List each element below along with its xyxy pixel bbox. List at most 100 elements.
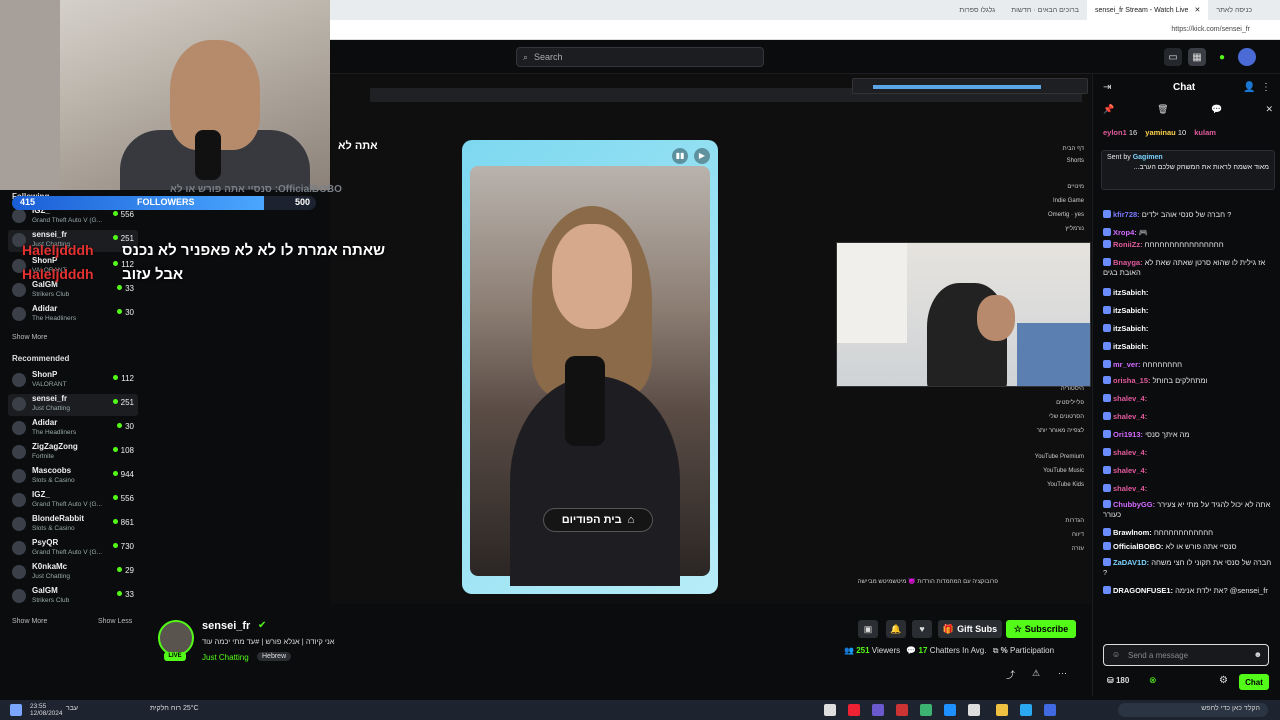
app-icon[interactable] — [1044, 704, 1056, 716]
avatar[interactable] — [1238, 48, 1256, 66]
chat-message[interactable]: ChubbyGG: אתה לא יכול להגיד על מתי יא צע… — [1103, 500, 1273, 520]
browser-tab[interactable]: גלגלו ספרות — [951, 0, 1003, 20]
pause-icon[interactable]: ▮▮ — [672, 148, 688, 164]
chat-username[interactable]: kfir728: — [1113, 210, 1142, 219]
chat-username[interactable]: shalev_4: — [1113, 448, 1147, 457]
chat-message[interactable]: kfir728: חברה של סנסי אוהב ילדים ? — [1103, 210, 1273, 220]
channel-name[interactable]: sensei_fr — [202, 620, 250, 632]
chat-message[interactable]: Xrop4: 🎮 — [1103, 228, 1273, 238]
more-icon[interactable]: ⋮ — [1261, 82, 1271, 93]
gear-icon[interactable]: ⚙ — [1219, 675, 1228, 686]
show-less-recommended[interactable]: Show Less — [98, 618, 132, 625]
bell-icon[interactable]: 🔔 — [886, 620, 906, 638]
share-icon[interactable]: ⤴ — [1006, 668, 1015, 681]
language-indicator[interactable]: עבר — [66, 705, 78, 712]
chat-message[interactable]: RoniiZz: חחחחחחחחחחחחחחחח — [1103, 240, 1273, 250]
search-input[interactable]: ⌕ Search — [516, 47, 764, 67]
chat-message[interactable]: OfficialBOBO: סנסיי אתה פורש או לא — [1103, 542, 1273, 552]
app-icon[interactable] — [848, 704, 860, 716]
chrome-icon[interactable] — [920, 704, 932, 716]
browse-icon[interactable]: ▭ — [1164, 48, 1182, 66]
chat-username[interactable]: shalev_4: — [1113, 484, 1147, 493]
chat-username[interactable]: orisha_15: — [1113, 376, 1153, 385]
chat-username[interactable]: mr_ver: — [1113, 360, 1143, 369]
pinned-message[interactable]: Sent by Gagimen מאוד אשמח לראות את המשחק… — [1101, 150, 1275, 190]
chat-username[interactable]: OfficialBOBO: — [1113, 542, 1166, 551]
trash-icon[interactable]: 🗑 — [1157, 104, 1168, 120]
chat-message[interactable]: itzSabich: — [1103, 306, 1273, 316]
clip-icon[interactable]: ▣ — [858, 620, 878, 638]
chat-message[interactable]: ZaDAV1D: חברה של סנסי את תקוני לו חצי מש… — [1103, 558, 1273, 578]
chat-icon[interactable]: 💬 — [1211, 104, 1222, 120]
sidebar-item-galgm[interactable]: GalGM Strikers Club 33 — [8, 586, 138, 608]
chat-username[interactable]: ZaDAV1D: — [1113, 558, 1151, 567]
chat-message[interactable]: shalev_4: — [1103, 448, 1273, 458]
chat-message[interactable]: shalev_4: — [1103, 412, 1273, 422]
subscribe-button[interactable]: ☆ Subscribe — [1006, 620, 1076, 638]
chat-username[interactable]: Bnayga: — [1113, 258, 1145, 267]
browser-tab-active[interactable]: sensei_fr Stream - Watch Live ✕ — [1086, 0, 1209, 20]
sidebar-item-konkamc[interactable]: K0nkaMc Just Chatting 29 — [8, 562, 138, 584]
browser-tab[interactable]: כניסה לאתר — [1208, 0, 1260, 20]
report-icon[interactable]: ⚠ — [1032, 668, 1040, 679]
pin-icon[interactable]: 📌 — [1103, 104, 1114, 120]
show-more-following[interactable]: Show More — [12, 334, 47, 341]
close-icon[interactable]: ✕ — [1194, 6, 1200, 14]
sidebar-item-mascoobs[interactable]: Mascoobs Slots & Casino 944 — [8, 466, 138, 488]
chat-input[interactable]: ☺ Send a message ☻ — [1103, 644, 1269, 666]
start-icon[interactable] — [10, 704, 22, 716]
close-icon[interactable]: ✕ — [1265, 104, 1273, 120]
channel-avatar[interactable] — [158, 620, 194, 656]
chat-username[interactable]: Brawlnom: — [1113, 528, 1154, 537]
chat-username[interactable]: shalev_4: — [1113, 412, 1147, 421]
taskbar-search-input[interactable]: הקלד כאן כדי לחפש — [1118, 703, 1268, 717]
chat-username[interactable]: shalev_4: — [1113, 466, 1147, 475]
send-chat-button[interactable]: Chat — [1239, 674, 1269, 690]
chat-username[interactable]: DRAGONFUSE1: — [1113, 586, 1175, 595]
chat-message[interactable]: mr_ver: חחחחחחחח — [1103, 360, 1273, 370]
weather[interactable]: 25°C רוח חלקית — [150, 705, 199, 712]
address-bar[interactable]: https://kick.com/sensei_fr — [330, 20, 1280, 40]
more-icon[interactable]: ⋯ — [1058, 668, 1067, 679]
layout-icon[interactable]: ▦ — [1188, 48, 1206, 66]
sidebar-item-igz[interactable]: IGZ_ Grand Theft Auto V (G... 556 — [8, 490, 138, 512]
users-icon[interactable]: 👤 — [1243, 82, 1255, 93]
app-icon[interactable] — [968, 704, 980, 716]
chat-message[interactable]: DRAGONFUSE1: את ילדת אנימה? @sensei_fr — [1103, 586, 1273, 596]
chat-username[interactable]: Ori1913: — [1113, 430, 1145, 439]
chat-message[interactable]: itzSabich: — [1103, 288, 1273, 298]
play-icon[interactable]: ▶ — [694, 148, 710, 164]
chat-message[interactable]: orisha_15: ומתחלקים בחותל — [1103, 376, 1273, 386]
edge-icon[interactable] — [1020, 704, 1032, 716]
app-icon[interactable] — [824, 704, 836, 716]
chat-message[interactable]: itzSabich: — [1103, 342, 1273, 352]
chat-message[interactable]: Bnayga: אז גילית לו שהוא סרטן שאתה שאת ל… — [1103, 258, 1273, 278]
app-icon[interactable] — [872, 704, 884, 716]
app-icon[interactable] — [896, 704, 908, 716]
chat-username[interactable]: Xrop4: — [1113, 228, 1139, 237]
emote-icon[interactable]: ☺ — [1112, 650, 1120, 659]
chat-username[interactable]: itzSabich: — [1113, 342, 1148, 351]
tag-chip[interactable]: Hebrew — [257, 652, 292, 661]
channel-points[interactable]: ⛁ 180 — [1107, 676, 1129, 685]
chat-message[interactable]: shalev_4: — [1103, 484, 1273, 494]
chat-username[interactable]: RoniiZz: — [1113, 240, 1145, 249]
show-more-recommended[interactable]: Show More — [12, 618, 47, 625]
chat-username[interactable]: ChubbyGG: — [1113, 500, 1157, 509]
kick-icon[interactable]: ⊗ — [1149, 675, 1157, 686]
gift-subs-button[interactable]: 🎁 Gift Subs — [938, 620, 1002, 638]
chat-message[interactable]: shalev_4: — [1103, 466, 1273, 476]
app-icon[interactable] — [944, 704, 956, 716]
folder-icon[interactable] — [996, 704, 1008, 716]
collapse-chat-icon[interactable]: ⇥ — [1103, 82, 1111, 93]
sidebar-item-galgm[interactable]: GalGM Strikers Club 33 — [8, 280, 138, 302]
sidebar-item-adidar[interactable]: Adidar The Headliners 30 — [8, 418, 138, 440]
emoji-icon[interactable]: ☻ — [1254, 650, 1262, 659]
sidebar-item-zigzagzong[interactable]: ZigZagZong Fortnite 108 — [8, 442, 138, 464]
chat-username[interactable]: itzSabich: — [1113, 288, 1148, 297]
browser-tab[interactable]: ברוכים הבאים · חדשות — [1003, 0, 1087, 20]
sidebar-item-sensei[interactable]: sensei_fr Just Chatting 251 — [8, 394, 138, 416]
sidebar-item-adidar[interactable]: Adidar The Headliners 30 — [8, 304, 138, 326]
chat-message[interactable]: Brawlnom: חחחחחחחחחחחח — [1103, 528, 1273, 538]
chat-message[interactable]: itzSabich: — [1103, 324, 1273, 334]
